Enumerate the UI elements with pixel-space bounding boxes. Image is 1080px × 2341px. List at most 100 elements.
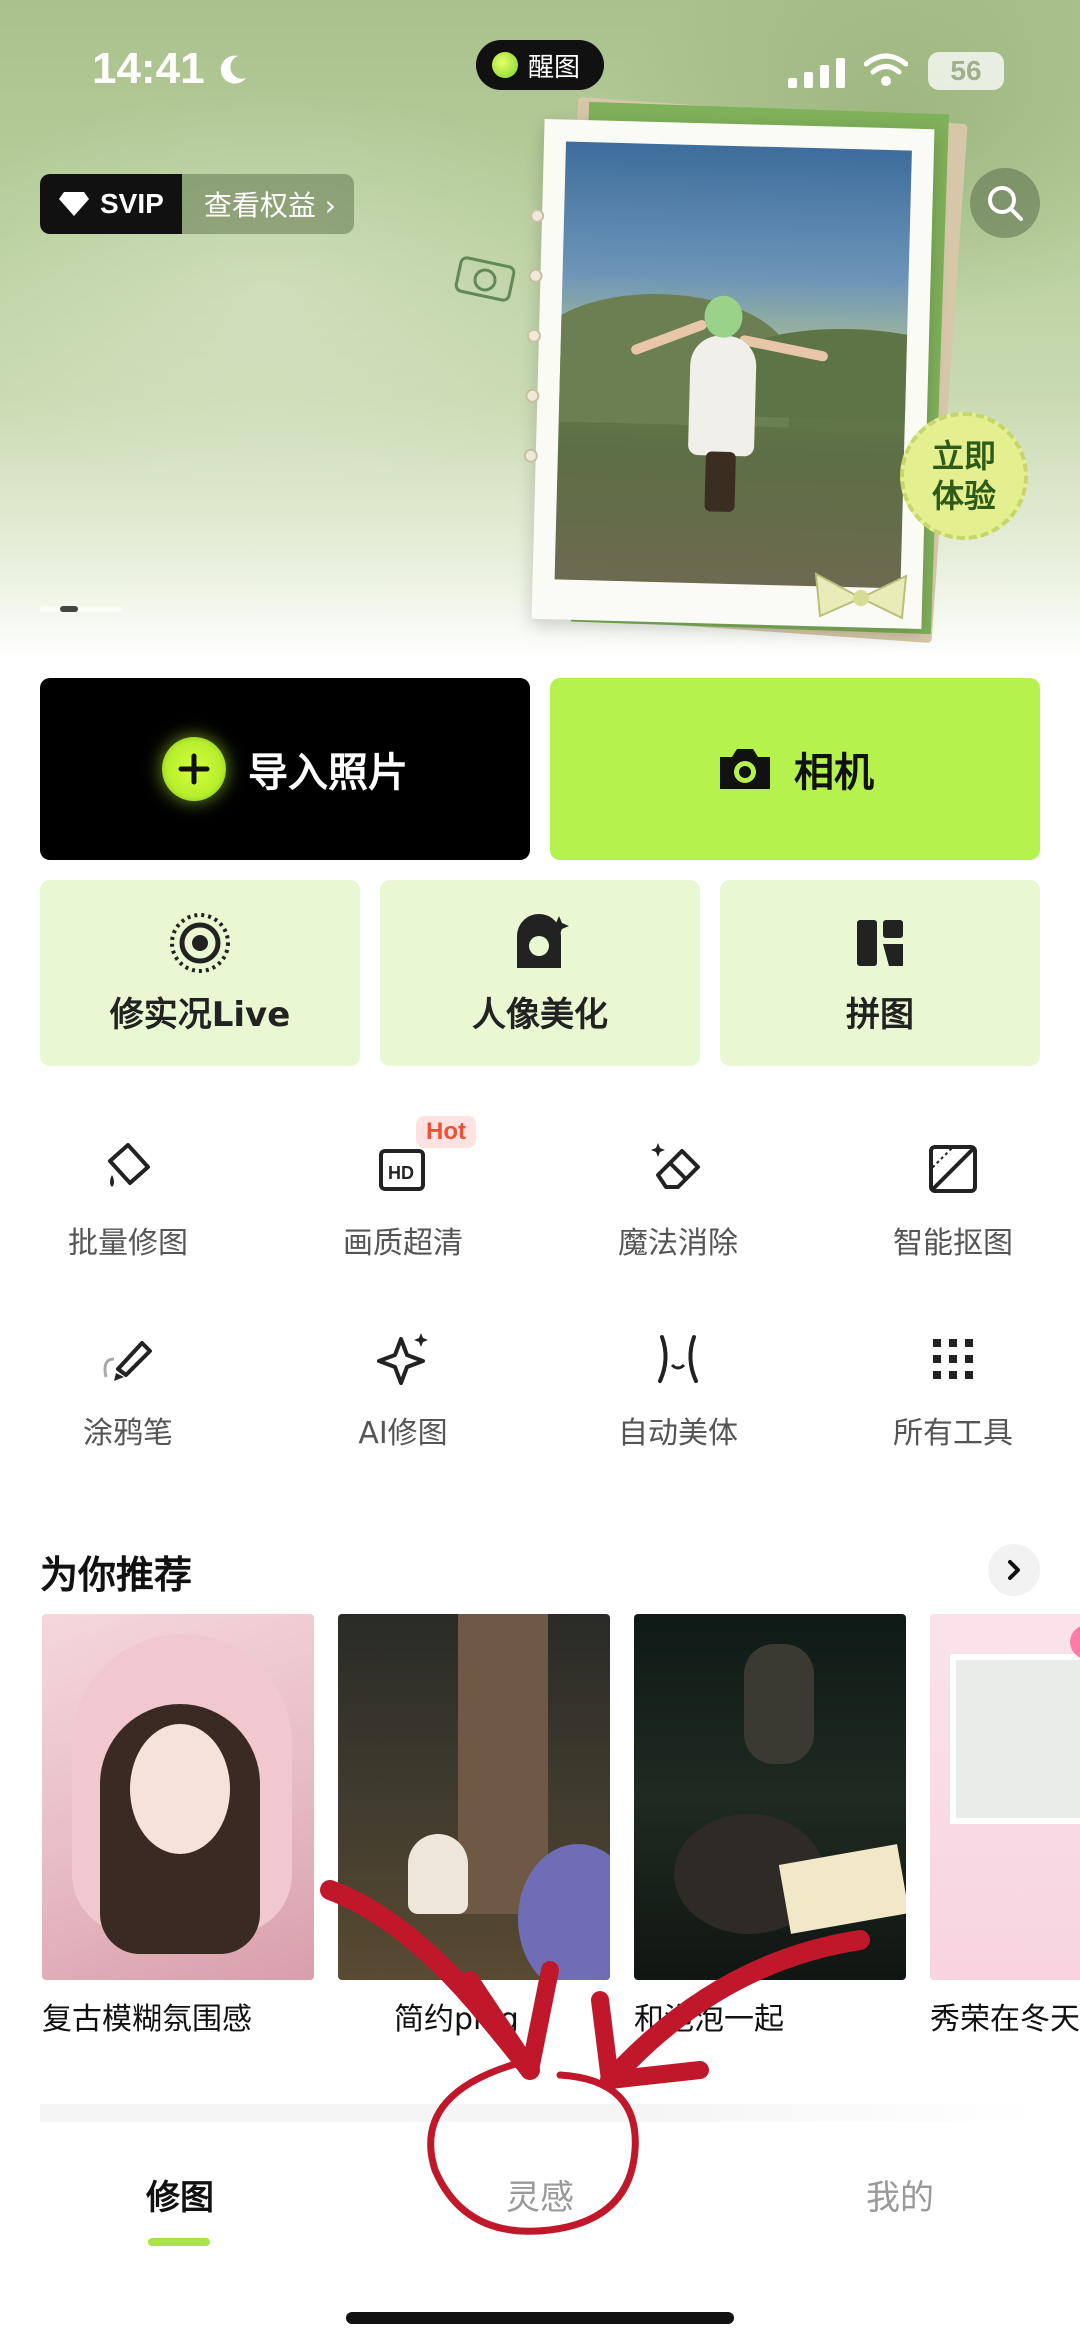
portrait-icon bbox=[511, 911, 569, 975]
app-indicator-dot bbox=[492, 52, 518, 78]
home-indicator bbox=[346, 2312, 734, 2324]
feature-label: 修实况Live bbox=[109, 994, 291, 1035]
live-photo-icon bbox=[169, 911, 231, 975]
binder-ring bbox=[525, 388, 540, 403]
banner-pager bbox=[40, 606, 122, 612]
import-photo-button[interactable]: 导入照片 bbox=[40, 678, 530, 860]
battery-indicator: 56 bbox=[928, 52, 1004, 90]
search-icon bbox=[988, 186, 1023, 221]
recommend-thumbnail bbox=[42, 1614, 314, 1980]
tool-smart-cutout[interactable]: 智能抠图 bbox=[833, 1134, 1073, 1294]
recommend-caption: 秀荣在冬天 bbox=[930, 2002, 1080, 2037]
signal-icon bbox=[788, 58, 845, 88]
chevron-right-icon bbox=[1008, 1560, 1020, 1580]
hero-banner[interactable]: 14:41 醒图 56 SVIP 查看权益 › 立即 体验 bbox=[0, 0, 1080, 660]
feature-label: 拼图 bbox=[846, 994, 914, 1035]
bottom-nav: 修图 灵感 我的 bbox=[0, 2104, 1080, 2341]
thumb-shape bbox=[950, 1654, 1080, 1824]
svip-label-box: SVIP bbox=[40, 174, 182, 234]
tool-all-tools[interactable]: 所有工具 bbox=[833, 1324, 1073, 1484]
bow-decoration-icon bbox=[814, 572, 908, 620]
island-label: 醒图 bbox=[528, 52, 581, 83]
active-tab-indicator bbox=[148, 2238, 210, 2246]
tool-auto-body[interactable]: 自动美体 bbox=[558, 1324, 798, 1484]
recommend-title: 为你推荐 bbox=[40, 1553, 193, 1597]
feature-collage[interactable]: 拼图 bbox=[720, 880, 1040, 1066]
diamond-icon bbox=[59, 192, 89, 216]
camera-label: 相机 bbox=[794, 750, 874, 796]
tool-doodle-brush[interactable]: 涂鸦笔 bbox=[8, 1324, 248, 1484]
feature-portrait[interactable]: 人像美化 bbox=[380, 880, 700, 1066]
thumb-shape bbox=[408, 1834, 468, 1914]
next-section-peek bbox=[40, 2104, 1040, 2122]
camera-icon bbox=[720, 749, 770, 789]
tool-ai-edit[interactable]: AI修图 bbox=[283, 1324, 523, 1484]
svip-badge[interactable]: SVIP 查看权益 › bbox=[40, 174, 354, 234]
tool-label: 批量修图 bbox=[68, 1226, 188, 1261]
clock: 14:41 bbox=[92, 44, 205, 93]
recommend-caption: 和泡泡一起 bbox=[634, 2002, 784, 2037]
tool-magic-erase[interactable]: 魔法消除 bbox=[558, 1134, 798, 1294]
camera-doodle-icon bbox=[454, 256, 516, 302]
thumb-shape bbox=[130, 1724, 230, 1854]
collage-icon bbox=[855, 911, 905, 975]
recommend-card[interactable]: 秀荣在冬天 bbox=[930, 1614, 1080, 2038]
feature-label: 人像美化 bbox=[472, 994, 608, 1035]
recommend-more-button[interactable] bbox=[988, 1544, 1040, 1596]
tab-inspiration[interactable]: 灵感 bbox=[440, 2170, 640, 2219]
thumb-shape bbox=[744, 1644, 814, 1764]
tool-label: 画质超清 bbox=[343, 1226, 463, 1261]
binder-ring bbox=[529, 208, 545, 223]
import-photo-label: 导入照片 bbox=[248, 750, 408, 796]
dynamic-island: 醒图 bbox=[476, 40, 604, 90]
search-button[interactable] bbox=[970, 168, 1040, 238]
try-now-button[interactable]: 立即 体验 bbox=[900, 412, 1028, 540]
plus-glyph bbox=[178, 753, 210, 785]
tool-label: 自动美体 bbox=[618, 1416, 738, 1451]
photo-figure-legs bbox=[704, 451, 736, 513]
recommend-card[interactable]: 和泡泡一起 bbox=[634, 1614, 906, 2038]
recommend-thumbnail bbox=[634, 1614, 906, 1980]
grid-dots-icon bbox=[918, 1324, 988, 1394]
plus-icon bbox=[162, 737, 226, 801]
svip-label: SVIP bbox=[100, 188, 164, 219]
batch-edit-icon bbox=[93, 1134, 163, 1204]
feature-live-photo[interactable]: 修实况Live bbox=[40, 880, 360, 1066]
polaroid-photo bbox=[523, 118, 935, 630]
ai-sparkle-icon bbox=[368, 1324, 438, 1394]
tool-batch-edit[interactable]: 批量修图 bbox=[8, 1134, 248, 1294]
tool-label: AI修图 bbox=[358, 1416, 448, 1451]
tool-label: 所有工具 bbox=[893, 1416, 1013, 1451]
recommend-caption: 复古模糊氛围感 bbox=[42, 2002, 252, 2037]
tab-edit[interactable]: 修图 bbox=[80, 2170, 280, 2219]
brush-icon bbox=[93, 1324, 163, 1394]
body-shape-icon bbox=[643, 1324, 713, 1394]
banner-texture bbox=[0, 80, 620, 500]
recommend-thumbnail bbox=[338, 1614, 610, 1980]
tab-mine[interactable]: 我的 bbox=[800, 2170, 1000, 2219]
eraser-icon bbox=[643, 1134, 713, 1204]
recommend-card[interactable]: 简约plog bbox=[338, 1614, 610, 2038]
try-now-line2: 体验 bbox=[931, 477, 996, 515]
binder-ring bbox=[528, 268, 543, 283]
tool-hd[interactable]: HD Hot 画质超清 bbox=[283, 1116, 523, 1294]
binder-ring bbox=[523, 448, 538, 463]
hd-icon: HD Hot bbox=[368, 1116, 476, 1204]
camera-button[interactable]: 相机 bbox=[550, 678, 1040, 860]
tool-label: 涂鸦笔 bbox=[83, 1416, 173, 1451]
wifi-icon bbox=[864, 53, 908, 86]
recommend-caption: 简约plog bbox=[394, 2002, 519, 2037]
tool-label: 魔法消除 bbox=[618, 1226, 738, 1261]
tool-label: 智能抠图 bbox=[893, 1226, 1013, 1261]
try-now-line1: 立即 bbox=[931, 437, 996, 475]
recommend-thumbnail bbox=[930, 1614, 1080, 1980]
svg-text:HD: HD bbox=[388, 1163, 414, 1183]
moon-icon bbox=[220, 55, 246, 84]
hot-badge: Hot bbox=[416, 1116, 476, 1148]
binder-ring bbox=[526, 328, 542, 343]
recommend-card[interactable]: 复古模糊氛围感 bbox=[42, 1614, 314, 2038]
banner-photo bbox=[554, 141, 912, 589]
pager-current-dot bbox=[60, 606, 78, 612]
photo-figure-dress bbox=[687, 334, 757, 457]
view-benefits-link[interactable]: 查看权益 › bbox=[181, 174, 354, 234]
